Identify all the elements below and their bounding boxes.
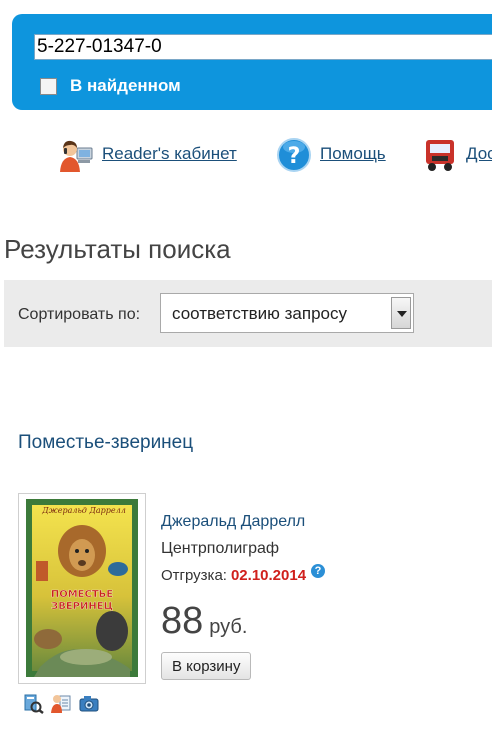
shipping-date: 02.10.2014: [230, 567, 307, 584]
cover-author: Джеральд Даррелл: [41, 506, 126, 515]
search-panel: В найденном: [12, 14, 492, 110]
delivery-link-group[interactable]: Дос: [420, 134, 492, 174]
sort-label: Сортировать по:: [18, 306, 141, 323]
svg-text:?: ?: [288, 144, 301, 169]
book-cover[interactable]: Джеральд Даррелл ПОМЕСТЬЕ ЗВЕРИНЕЦ: [18, 493, 146, 684]
scope-label: В найденном: [70, 76, 181, 95]
cabinet-link[interactable]: Reader's кабинет: [102, 144, 237, 164]
camera-icon[interactable]: [78, 692, 100, 714]
add-to-cart-button[interactable]: В корзину: [161, 652, 252, 680]
preview-icon[interactable]: [22, 692, 44, 714]
search-input[interactable]: [34, 34, 492, 60]
svg-text:ПОМЕСТЬЕ: ПОМЕСТЬЕ: [51, 589, 113, 600]
help-icon[interactable]: ?: [311, 563, 326, 578]
shipping-info: Отгрузка: 02.10.2014 ?: [161, 563, 326, 584]
svg-text:ЗВЕРИНЕЦ: ЗВЕРИНЕЦ: [51, 601, 113, 612]
delivery-truck-icon: [426, 140, 454, 171]
help-icon: ?: [277, 138, 311, 172]
shipping-label: Отгрузка:: [161, 567, 227, 584]
reader-review-icon[interactable]: [50, 692, 72, 714]
help-link[interactable]: Помощь: [320, 144, 386, 164]
author-link[interactable]: Джеральд Даррелл: [161, 513, 305, 531]
sort-value: соответствию запросу: [172, 304, 347, 323]
sort-select[interactable]: соответствию запросу: [160, 293, 414, 333]
chevron-down-icon[interactable]: [391, 297, 411, 329]
scope-option[interactable]: В найденном: [40, 76, 181, 96]
price: 88 руб.: [161, 600, 247, 643]
book-actions: [22, 692, 100, 714]
sort-bar: Сортировать по: соответствию запросу: [4, 280, 492, 347]
delivery-link[interactable]: Дос: [466, 144, 492, 164]
price-currency: руб.: [209, 616, 248, 638]
quick-links: Reader's кабинет ? Помощь Дос: [0, 134, 492, 182]
book-title-link[interactable]: Поместье-зверинец: [18, 432, 193, 454]
help-link-group[interactable]: ? Помощь: [274, 134, 386, 174]
reader-icon: [60, 140, 93, 172]
price-value: 88: [161, 600, 204, 642]
results-title: Результаты поиска: [4, 234, 231, 264]
book-cover-image: Джеральд Даррелл ПОМЕСТЬЕ ЗВЕРИНЕЦ: [26, 499, 138, 677]
publisher: Центрполиграф: [161, 540, 280, 557]
scope-checkbox[interactable]: [40, 77, 57, 95]
cabinet-link-group[interactable]: Reader's кабинет: [56, 134, 237, 174]
